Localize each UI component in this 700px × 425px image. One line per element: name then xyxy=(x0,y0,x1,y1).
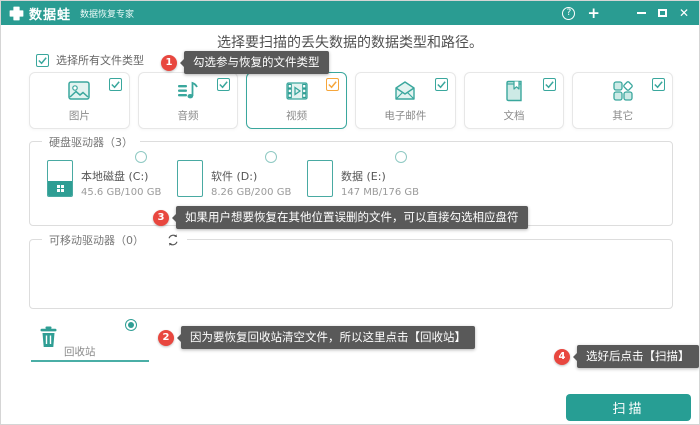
checkbox-icon[interactable] xyxy=(543,78,556,91)
app-name: 数据蛙 xyxy=(29,4,71,23)
refresh-icon[interactable] xyxy=(166,233,180,247)
annotation-1: 1 勾选参与恢复的文件类型 xyxy=(161,51,329,74)
scan-button[interactable]: 扫描 xyxy=(566,394,691,421)
audio-icon xyxy=(175,79,201,107)
checkbox-icon[interactable] xyxy=(109,78,122,91)
annotation-tooltip: 因为要恢复回收站清空文件，所以这里点击【回收站】 xyxy=(181,326,475,349)
disk-icon xyxy=(307,160,333,197)
hard-drives-title: 硬盘驱动器（3） xyxy=(42,134,140,150)
drive-radio[interactable] xyxy=(135,151,147,163)
file-type-card-document[interactable]: 文档 xyxy=(464,72,565,129)
annotation-tooltip: 选好后点击【扫描】 xyxy=(577,345,699,368)
card-label: 音频 xyxy=(139,108,238,123)
brand: 数据蛙 数据恢复专家 xyxy=(9,4,134,23)
drive-capacity: 147 MB/176 GB xyxy=(341,187,419,198)
removable-drives-title: 可移动驱动器（0） xyxy=(49,232,144,248)
checkbox-icon[interactable] xyxy=(36,54,49,67)
annotation-number: 4 xyxy=(554,349,570,365)
drive-name: 软件 (D:) xyxy=(211,168,291,184)
annotation-4: 4 选好后点击【扫描】 xyxy=(554,345,699,368)
other-icon xyxy=(610,79,636,107)
drive-d[interactable]: 软件 (D:) 8.26 GB/200 GB xyxy=(177,160,307,198)
app-window: 数据蛙 数据恢复专家 ? + ✕ 选择要扫描的丢失数据的数据类型和路径。 选择所… xyxy=(0,0,700,425)
card-label: 其它 xyxy=(573,108,672,123)
annotation-number: 1 xyxy=(161,55,177,71)
file-type-card-email[interactable]: 电子邮件 xyxy=(355,72,456,129)
file-type-card-video[interactable]: 视频 xyxy=(246,72,347,129)
select-all-checkbox[interactable]: 选择所有文件类型 xyxy=(36,52,144,68)
drive-radio[interactable] xyxy=(395,151,407,163)
minimize-icon[interactable] xyxy=(637,12,646,14)
window-controls: ? + ✕ xyxy=(562,6,689,21)
disk-icon xyxy=(177,160,203,197)
recycle-bin-underline xyxy=(31,360,149,362)
checkbox-icon[interactable] xyxy=(435,78,448,91)
video-icon xyxy=(284,79,310,107)
checkbox-icon[interactable] xyxy=(652,78,665,91)
file-type-card-other[interactable]: 其它 xyxy=(572,72,673,129)
maximize-icon[interactable] xyxy=(658,9,667,17)
annotation-tooltip: 勾选参与恢复的文件类型 xyxy=(184,51,329,74)
add-icon[interactable]: + xyxy=(587,6,600,21)
image-icon xyxy=(66,79,92,107)
app-subtitle: 数据恢复专家 xyxy=(80,7,134,20)
email-icon xyxy=(392,79,418,107)
drive-capacity: 8.26 GB/200 GB xyxy=(211,187,291,198)
card-label: 图片 xyxy=(30,108,129,123)
recycle-bin-label: 回收站 xyxy=(64,344,96,359)
removable-drives-section: 可移动驱动器（0） xyxy=(29,239,673,309)
drive-list: 本地磁盘 (C:) 45.6 GB/100 GB 软件 (D:) 8.26 GB… xyxy=(47,160,437,198)
file-type-card-audio[interactable]: 音频 xyxy=(138,72,239,129)
file-type-cards: 图片 音频 xyxy=(29,72,673,129)
windows-logo-icon xyxy=(57,185,60,188)
drive-e[interactable]: 数据 (E:) 147 MB/176 GB xyxy=(307,160,437,198)
checkbox-icon[interactable] xyxy=(217,78,230,91)
card-label: 文档 xyxy=(465,108,564,123)
help-icon[interactable]: ? xyxy=(562,7,575,20)
document-icon xyxy=(501,79,527,107)
close-icon[interactable]: ✕ xyxy=(679,7,689,19)
drive-radio[interactable] xyxy=(265,151,277,163)
app-logo-icon xyxy=(9,6,24,21)
card-label: 电子邮件 xyxy=(356,108,455,123)
select-all-label: 选择所有文件类型 xyxy=(56,52,144,68)
menu-icon[interactable] xyxy=(612,8,625,18)
recycle-bin-radio[interactable] xyxy=(125,319,137,331)
card-label: 视频 xyxy=(247,108,346,123)
disk-icon xyxy=(47,160,73,197)
annotation-number: 3 xyxy=(153,210,169,226)
recycle-bin-item[interactable]: 回收站 xyxy=(31,317,151,363)
drive-capacity: 45.6 GB/100 GB xyxy=(81,187,161,198)
annotation-2: 2 因为要恢复回收站清空文件，所以这里点击【回收站】 xyxy=(158,326,475,349)
trash-icon xyxy=(39,326,58,352)
titlebar: 数据蛙 数据恢复专家 ? + ✕ xyxy=(1,1,699,25)
checkbox-icon[interactable] xyxy=(326,78,339,91)
annotation-tooltip: 如果用户想要恢复在其他位置误删的文件，可以直接勾选相应盘符 xyxy=(176,206,528,229)
drive-c[interactable]: 本地磁盘 (C:) 45.6 GB/100 GB xyxy=(47,160,177,198)
annotation-3: 3 如果用户想要恢复在其他位置误删的文件，可以直接勾选相应盘符 xyxy=(153,206,528,229)
drive-name: 本地磁盘 (C:) xyxy=(81,168,161,184)
drive-name: 数据 (E:) xyxy=(341,168,419,184)
annotation-number: 2 xyxy=(158,330,174,346)
page-title: 选择要扫描的丢失数据的数据类型和路径。 xyxy=(1,32,699,52)
file-type-card-image[interactable]: 图片 xyxy=(29,72,130,129)
